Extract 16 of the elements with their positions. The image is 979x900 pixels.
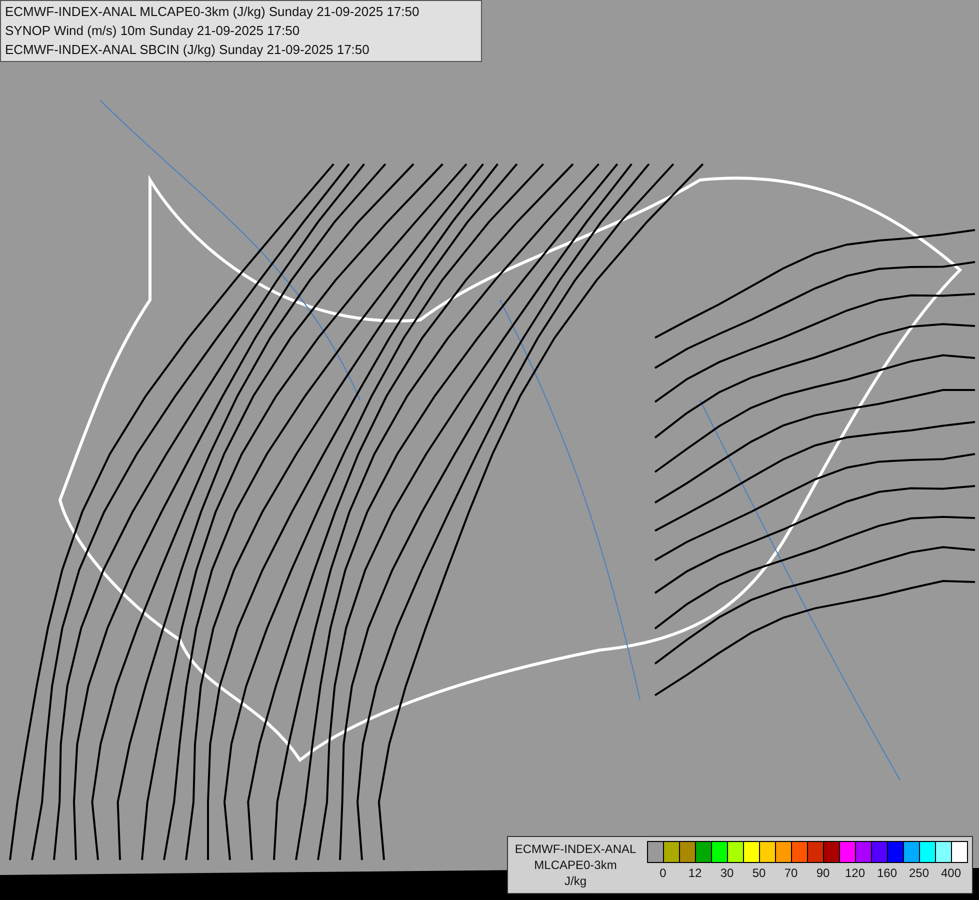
legend-tick-label: 120	[844, 866, 866, 880]
legend-tick-label: 70	[784, 866, 798, 880]
legend-tick-label: 90	[816, 866, 830, 880]
legend-tick-label: 160	[876, 866, 898, 880]
legend-title: MLCAPE0-3km	[534, 857, 617, 873]
map-title: SYNOP Wind (m/s) 10m Sunday 21-09-2025 17:50	[5, 22, 301, 40]
legend-tick-label: 50	[752, 866, 766, 880]
legend-title: ECMWF-INDEX-ANAL	[514, 841, 636, 857]
legend-tick-label: 400	[940, 866, 962, 880]
map-title: ECMWF-INDEX-ANAL MLCAPE0-3km (J/kg) Sunday 21-09-2025 17:50	[5, 3, 420, 21]
legend-tick-label: 250	[908, 866, 930, 880]
legend-tick-label: 12	[688, 866, 702, 880]
legend-tick-label: 30	[720, 866, 734, 880]
map-title: ECMWF-INDEX-ANAL SBCIN (J/kg) Sunday 21-09-2025 17:50	[5, 41, 370, 59]
legend-tick-label: 0	[660, 866, 666, 880]
legend-title: J/kg	[564, 873, 586, 889]
